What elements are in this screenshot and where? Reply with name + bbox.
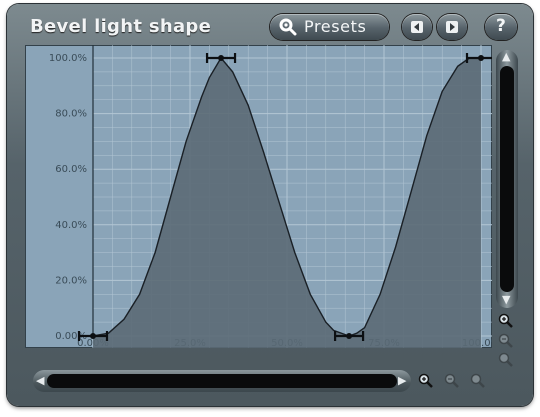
- horizontal-scrollbar[interactable]: ◀ ▶: [33, 370, 411, 392]
- scroll-left-icon[interactable]: ◀: [36, 374, 44, 388]
- arrow-right-icon: [446, 21, 458, 33]
- y-tick-label: 60.0%: [55, 164, 87, 175]
- help-icon: ?: [496, 16, 506, 36]
- prev-preset-button[interactable]: [402, 14, 432, 40]
- help-button[interactable]: ?: [485, 14, 517, 40]
- arrow-left-icon: [411, 21, 423, 33]
- zoom-out-icon[interactable]: [498, 333, 514, 349]
- presets-button[interactable]: Presets: [270, 14, 389, 40]
- gear-icon: [279, 18, 297, 36]
- h-zoom-reset-icon[interactable]: [470, 373, 486, 389]
- h-zoom-in-icon[interactable]: [418, 373, 434, 389]
- vertical-scroll-thumb[interactable]: [500, 66, 514, 292]
- presets-label: Presets: [304, 17, 367, 36]
- y-tick-label: 20.0%: [55, 275, 87, 286]
- scroll-right-icon[interactable]: ▶: [398, 374, 406, 388]
- curve-chart[interactable]: 0.00%20.0%40.0%60.0%80.0%100.0% 0.00%25.…: [25, 45, 492, 348]
- y-tick-label: 100.0%: [49, 53, 87, 64]
- zoom-in-icon[interactable]: [498, 313, 514, 329]
- scroll-up-icon[interactable]: ▲: [502, 50, 510, 64]
- y-tick-label: 80.0%: [55, 109, 87, 120]
- h-zoom-out-icon[interactable]: [444, 373, 460, 389]
- horizontal-scroll-thumb[interactable]: [47, 374, 397, 388]
- vertical-scrollbar[interactable]: ▲ ▼: [496, 50, 518, 308]
- y-tick-label: 40.0%: [55, 220, 87, 231]
- zoom-reset-icon[interactable]: [498, 352, 514, 368]
- next-preset-button[interactable]: [437, 14, 467, 40]
- scroll-down-icon[interactable]: ▼: [502, 293, 510, 307]
- curve-editor[interactable]: 0.00%20.0%40.0%60.0%80.0%100.0% 0.00%25.…: [25, 45, 492, 348]
- panel-title: Bevel light shape: [30, 16, 212, 37]
